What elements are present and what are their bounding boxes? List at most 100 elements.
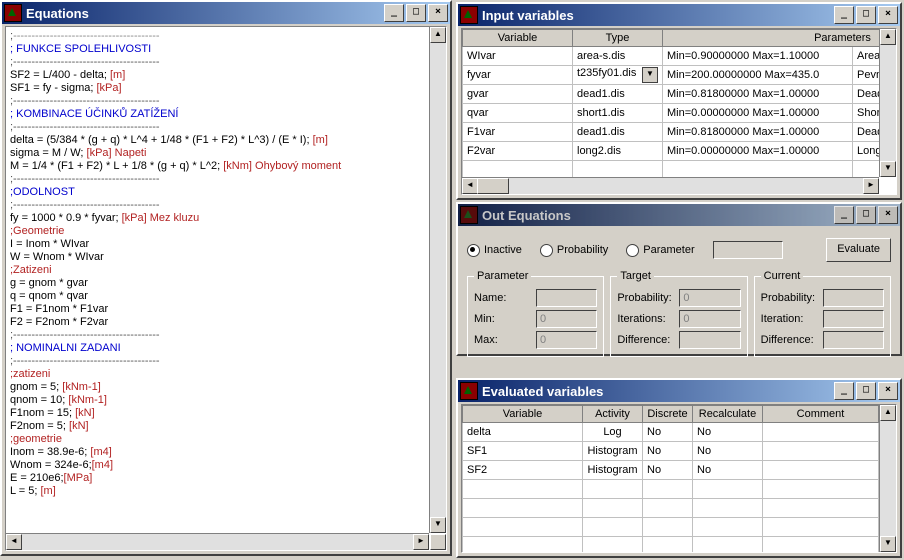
cell-parameters[interactable]: Min=0.81800000 Max=1.00000	[663, 123, 853, 142]
close-button[interactable]: ×	[878, 6, 898, 24]
cell-desc[interactable]: Area Stand	[853, 47, 880, 66]
minimize-button[interactable]: _	[384, 4, 404, 22]
target-probability-field[interactable]: 0	[679, 289, 740, 307]
table-row[interactable]: gvar dead1.dis Min=0.81800000 Max=1.0000…	[463, 85, 880, 104]
cell-recalculate[interactable]: No	[693, 423, 763, 442]
cell-parameters[interactable]: Min=0.81800000 Max=1.00000	[663, 85, 853, 104]
scroll-down-icon[interactable]: ▼	[430, 517, 446, 533]
table-row[interactable]: delta Log No No	[463, 423, 879, 442]
minimize-button[interactable]: _	[834, 382, 854, 400]
cell-comment[interactable]	[763, 461, 879, 480]
cell-recalculate[interactable]: No	[693, 461, 763, 480]
scroll-thumb[interactable]	[477, 178, 509, 194]
cell-recalculate[interactable]: No	[693, 442, 763, 461]
table-row[interactable]: F2var long2.dis Min=0.00000000 Max=1.000…	[463, 142, 880, 161]
cell-type[interactable]: dead1.dis	[573, 123, 663, 142]
col-discrete[interactable]: Discrete	[643, 406, 693, 423]
cell-type[interactable]: long2.dis	[573, 142, 663, 161]
cell-type[interactable]: dead1.dis	[573, 85, 663, 104]
evaluated-variables-table[interactable]: Variable Activity Discrete Recalculate C…	[462, 405, 879, 552]
cell-desc[interactable]: Pevnost na	[853, 66, 880, 85]
cell-parameters[interactable]: Min=200.00000000 Max=435.0	[663, 66, 853, 85]
table-row[interactable]: WIvar area-s.dis Min=0.90000000 Max=1.10…	[463, 47, 880, 66]
cell-activity[interactable]: Histogram	[583, 461, 643, 480]
target-difference-field[interactable]	[679, 331, 740, 349]
vertical-scrollbar[interactable]: ▲ ▼	[879, 29, 896, 177]
maximize-button[interactable]: □	[856, 206, 876, 224]
cell-variable[interactable]: gvar	[463, 85, 573, 104]
cell-type[interactable]: short1.dis	[573, 104, 663, 123]
col-variable[interactable]: Variable	[463, 30, 573, 47]
vertical-scrollbar[interactable]: ▲ ▼	[429, 27, 446, 533]
close-button[interactable]: ×	[878, 382, 898, 400]
scroll-up-icon[interactable]: ▲	[880, 405, 896, 421]
scroll-up-icon[interactable]: ▲	[430, 27, 446, 43]
scroll-down-icon[interactable]: ▼	[880, 536, 896, 552]
col-type[interactable]: Type	[573, 30, 663, 47]
cell-variable[interactable]: delta	[463, 423, 583, 442]
max-field[interactable]: 0	[536, 331, 597, 349]
horizontal-scrollbar[interactable]: ◄ ►	[462, 177, 879, 194]
close-button[interactable]: ×	[428, 4, 448, 22]
cell-type[interactable]: t235fy01.dis▼	[573, 66, 663, 85]
radio-probability[interactable]: Probability	[540, 244, 608, 257]
vertical-scrollbar[interactable]: ▲ ▼	[879, 405, 896, 552]
horizontal-scrollbar[interactable]: ◄ ►	[6, 533, 429, 550]
cell-variable[interactable]: SF2	[463, 461, 583, 480]
cell-discrete[interactable]: No	[643, 442, 693, 461]
cell-parameters[interactable]: Min=0.90000000 Max=1.10000	[663, 47, 853, 66]
scroll-left-icon[interactable]: ◄	[462, 178, 478, 194]
cell-desc[interactable]: Dead 1 <0	[853, 123, 880, 142]
table-row[interactable]: SF2 Histogram No No	[463, 461, 879, 480]
table-row[interactable]: qvar short1.dis Min=0.00000000 Max=1.000…	[463, 104, 880, 123]
cell-variable[interactable]: WIvar	[463, 47, 573, 66]
radio-inactive[interactable]: Inactive	[467, 244, 522, 257]
scroll-right-icon[interactable]: ►	[413, 534, 429, 550]
min-field[interactable]: 0	[536, 310, 597, 328]
cell-variable[interactable]: SF1	[463, 442, 583, 461]
maximize-button[interactable]: □	[856, 6, 876, 24]
equations-editor[interactable]: ;---------------------------------------…	[6, 27, 429, 533]
cell-type[interactable]: area-s.dis	[573, 47, 663, 66]
maximize-button[interactable]: □	[856, 382, 876, 400]
cell-activity[interactable]: Histogram	[583, 442, 643, 461]
cell-variable[interactable]: qvar	[463, 104, 573, 123]
cell-parameters[interactable]: Min=0.00000000 Max=1.00000	[663, 104, 853, 123]
cell-variable[interactable]: F1var	[463, 123, 573, 142]
parameter-value-field[interactable]	[713, 241, 783, 259]
scroll-right-icon[interactable]: ►	[863, 178, 879, 194]
scroll-down-icon[interactable]: ▼	[880, 161, 896, 177]
input-variables-table[interactable]: Variable Type Parameters WIvar area-s.di…	[462, 29, 879, 177]
close-button[interactable]: ×	[878, 206, 898, 224]
cell-variable[interactable]: F2var	[463, 142, 573, 161]
dropdown-icon[interactable]: ▼	[642, 67, 658, 83]
table-row[interactable]: SF1 Histogram No No	[463, 442, 879, 461]
cell-discrete[interactable]: No	[643, 423, 693, 442]
target-iterations-field[interactable]: 0	[679, 310, 740, 328]
cell-desc[interactable]: Long Lastir	[853, 142, 880, 161]
table-row[interactable]: fyvar t235fy01.dis▼ Min=200.00000000 Max…	[463, 66, 880, 85]
scroll-left-icon[interactable]: ◄	[6, 534, 22, 550]
cell-parameters[interactable]: Min=0.00000000 Max=1.00000	[663, 142, 853, 161]
maximize-button[interactable]: □	[406, 4, 426, 22]
cell-desc[interactable]: Dead 1 <0	[853, 85, 880, 104]
cell-discrete[interactable]: No	[643, 461, 693, 480]
col-parameters[interactable]: Parameters	[663, 30, 880, 47]
minimize-button[interactable]: _	[834, 6, 854, 24]
current-iteration-field[interactable]	[823, 310, 884, 328]
table-row[interactable]: F1var dead1.dis Min=0.81800000 Max=1.000…	[463, 123, 880, 142]
scroll-up-icon[interactable]: ▲	[880, 29, 896, 45]
col-activity[interactable]: Activity	[583, 406, 643, 423]
evaluate-button[interactable]: Evaluate	[826, 238, 891, 262]
col-variable[interactable]: Variable	[463, 406, 583, 423]
cell-activity[interactable]: Log	[583, 423, 643, 442]
cell-comment[interactable]	[763, 442, 879, 461]
cell-variable[interactable]: fyvar	[463, 66, 573, 85]
name-field[interactable]	[536, 289, 597, 307]
current-probability-field[interactable]	[823, 289, 884, 307]
current-difference-field[interactable]	[823, 331, 884, 349]
col-recalculate[interactable]: Recalculate	[693, 406, 763, 423]
radio-parameter[interactable]: Parameter	[626, 244, 694, 257]
col-comment[interactable]: Comment	[763, 406, 879, 423]
cell-desc[interactable]: Short Lastir	[853, 104, 880, 123]
